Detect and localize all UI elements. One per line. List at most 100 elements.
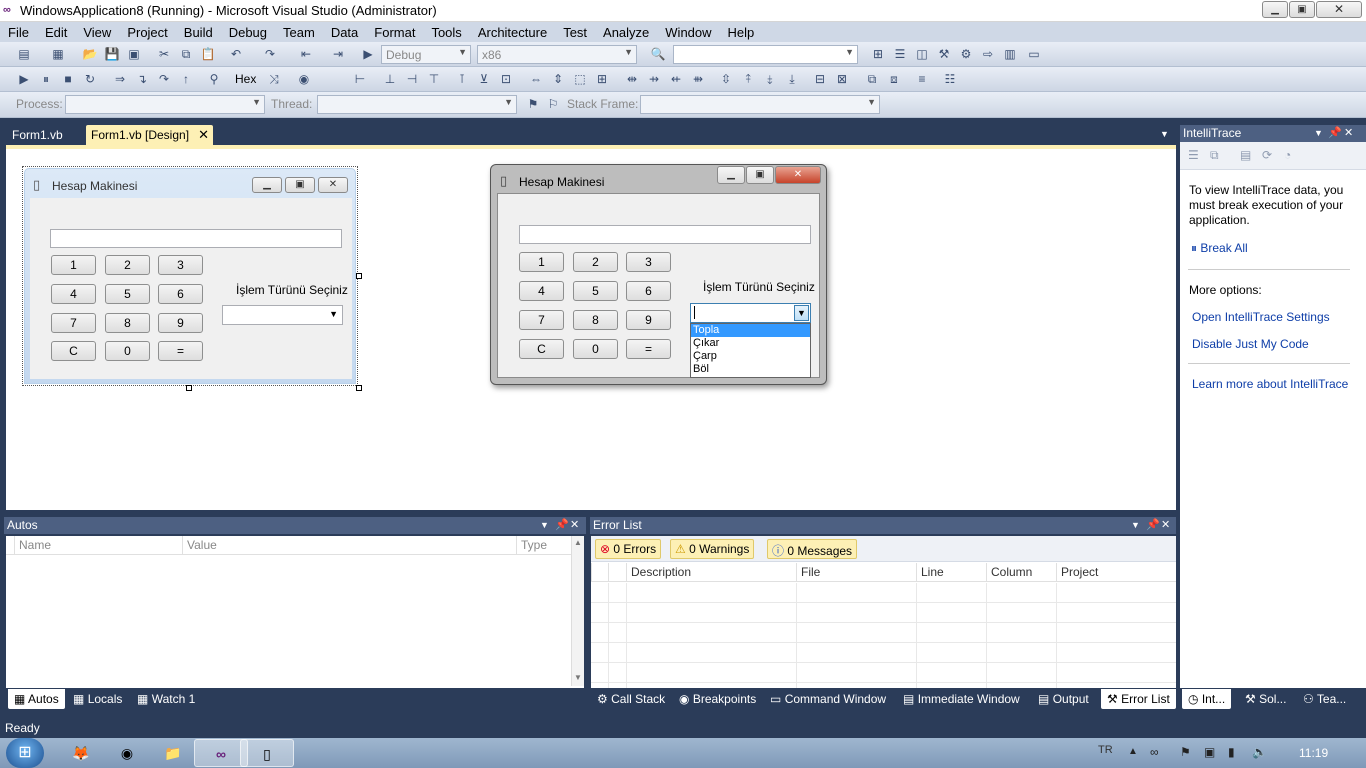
navigate-forward-icon[interactable]: ⇥ bbox=[330, 46, 346, 62]
button-3[interactable]: 3 bbox=[158, 255, 203, 275]
continue-icon[interactable]: ▶ bbox=[16, 71, 32, 87]
option-carp[interactable]: Çarp bbox=[691, 350, 810, 363]
menu-debug[interactable]: Debug bbox=[221, 25, 275, 40]
pin-icon[interactable]: 📌 bbox=[1146, 518, 1160, 531]
vs-tray-icon[interactable]: ∞ bbox=[1150, 745, 1159, 759]
solution-explorer-icon[interactable]: ⊞ bbox=[870, 46, 886, 62]
center-horizontally-icon[interactable]: ⊟ bbox=[812, 71, 828, 87]
running-button-3[interactable]: 3 bbox=[626, 252, 671, 272]
tab-team-explorer[interactable]: ⚇ Tea... bbox=[1300, 689, 1349, 709]
more-icon[interactable]: ▭ bbox=[1026, 46, 1042, 62]
tab-autos[interactable]: ▦ Autos bbox=[8, 689, 65, 709]
vertical-spacing-icon[interactable]: ⇳ bbox=[718, 71, 734, 87]
power-icon[interactable]: ▣ bbox=[1204, 745, 1215, 759]
add-item-icon[interactable]: ▦ bbox=[50, 46, 66, 62]
quickwatch-icon[interactable]: ⚲ bbox=[206, 71, 222, 87]
running-operation-combobox[interactable]: ▼ bbox=[690, 303, 811, 323]
size-to-grid-icon[interactable]: ⊞ bbox=[594, 71, 610, 87]
find-in-files-icon[interactable]: 🔍 bbox=[650, 46, 666, 62]
flag-icon[interactable]: ⚑ bbox=[1180, 745, 1191, 759]
hex-toggle[interactable]: Hex bbox=[235, 72, 256, 86]
copy-icon[interactable]: ⧉ bbox=[178, 46, 194, 62]
step-into-icon[interactable]: ↴ bbox=[134, 71, 150, 87]
running-button-6[interactable]: 6 bbox=[626, 281, 671, 301]
center-vertically-icon[interactable]: ⊠ bbox=[834, 71, 850, 87]
column-value[interactable]: Value bbox=[182, 536, 516, 555]
close-icon[interactable]: ✕ bbox=[570, 518, 579, 531]
menu-test[interactable]: Test bbox=[555, 25, 595, 40]
object-browser-icon[interactable]: ◫ bbox=[914, 46, 930, 62]
disable-just-my-code-link[interactable]: Disable Just My Code bbox=[1192, 337, 1309, 351]
tab-list-icon[interactable]: ▼ bbox=[1160, 129, 1169, 139]
running-button-5[interactable]: 5 bbox=[573, 281, 618, 301]
operation-combobox[interactable]: ▼ bbox=[222, 305, 343, 325]
show-next-statement-icon[interactable]: ⇒ bbox=[112, 71, 128, 87]
close-button[interactable]: ✕ bbox=[1316, 1, 1362, 18]
running-button-equals[interactable]: = bbox=[626, 339, 671, 359]
errors-filter-button[interactable]: ⊗ 0 Errors bbox=[595, 539, 662, 559]
show-threads-icon[interactable]: ⤨ bbox=[266, 71, 282, 87]
messages-filter-button[interactable]: ⓘ 0 Messages bbox=[767, 539, 858, 559]
column-type[interactable]: Type bbox=[516, 536, 572, 555]
menu-window[interactable]: Window bbox=[657, 25, 719, 40]
align-tops-icon[interactable]: ⊤ bbox=[426, 71, 442, 87]
align-centers-icon[interactable]: ⊥ bbox=[382, 71, 398, 87]
tab-locals[interactable]: ▦ Locals bbox=[70, 689, 125, 709]
option-bol[interactable]: Böl bbox=[691, 363, 810, 376]
find-combo[interactable]: ▼ bbox=[673, 45, 858, 64]
open-intellitrace-settings-link[interactable]: Open IntelliTrace Settings bbox=[1192, 310, 1330, 324]
process-dropdown[interactable]: ▼ bbox=[65, 95, 265, 114]
tab-watch-1[interactable]: ▦ Watch 1 bbox=[134, 689, 198, 709]
tab-breakpoints[interactable]: ◉ Breakpoints bbox=[676, 689, 759, 709]
tab-command-window[interactable]: ▭ Command Window bbox=[767, 689, 889, 709]
running-form-minimize-button[interactable]: ▁ bbox=[717, 166, 745, 184]
running-button-clear[interactable]: C bbox=[519, 339, 564, 359]
resize-handle-right[interactable] bbox=[356, 273, 362, 279]
close-icon[interactable]: ✕ bbox=[1161, 518, 1170, 531]
button-2[interactable]: 2 bbox=[105, 255, 150, 275]
lock-controls-icon[interactable]: ≡ bbox=[914, 71, 930, 87]
menu-architecture[interactable]: Architecture bbox=[470, 25, 555, 40]
configuration-dropdown[interactable]: Debug ▼ bbox=[381, 45, 471, 64]
menu-tools[interactable]: Tools bbox=[423, 25, 469, 40]
menu-analyze[interactable]: Analyze bbox=[595, 25, 657, 40]
align-lefts-icon[interactable]: ⊢ bbox=[352, 71, 368, 87]
same-height-icon[interactable]: ⇕ bbox=[550, 71, 566, 87]
menu-data[interactable]: Data bbox=[323, 25, 366, 40]
button-7[interactable]: 7 bbox=[51, 313, 96, 333]
cut-icon[interactable]: ✂ bbox=[156, 46, 172, 62]
close-tab-icon[interactable]: ✕ bbox=[198, 127, 209, 143]
button-equals[interactable]: = bbox=[158, 341, 203, 361]
remove-h-spacing-icon[interactable]: ⇻ bbox=[690, 71, 706, 87]
align-rights-icon[interactable]: ⊣ bbox=[404, 71, 420, 87]
resize-handle-corner[interactable] bbox=[356, 385, 362, 391]
toolbox-icon[interactable]: ⚒ bbox=[936, 46, 952, 62]
calculator-app-taskbar-icon[interactable]: ▯ bbox=[240, 739, 294, 767]
column-description[interactable]: Description bbox=[626, 563, 796, 582]
volume-icon[interactable]: 🔈 bbox=[1252, 745, 1267, 759]
display-textbox[interactable] bbox=[50, 229, 342, 248]
pin-icon[interactable]: 📌 bbox=[1328, 126, 1342, 139]
button-4[interactable]: 4 bbox=[51, 284, 96, 304]
menu-team[interactable]: Team bbox=[275, 25, 323, 40]
settings-icon[interactable]: ▤ bbox=[1240, 148, 1251, 162]
close-icon[interactable]: ✕ bbox=[1344, 126, 1353, 139]
tab-form1-design[interactable]: Form1.vb [Design] ✕ bbox=[86, 125, 213, 145]
running-button-8[interactable]: 8 bbox=[573, 310, 618, 330]
running-display-textbox[interactable] bbox=[519, 225, 811, 244]
form-design-window[interactable]: ▯ Hesap Makinesi ▁ ▣ ✕ 1 2 3 4 5 6 7 8 9… bbox=[22, 166, 358, 386]
tab-output[interactable]: ▤ Output bbox=[1035, 689, 1092, 709]
tab-immediate-window[interactable]: ▤ Immediate Window bbox=[900, 689, 1023, 709]
running-form-window[interactable]: ▯ Hesap Makinesi ▁ ▣ ✕ 1 2 3 4 5 6 7 8 9… bbox=[490, 164, 827, 385]
tab-order-icon[interactable]: ☷ bbox=[942, 71, 958, 87]
explorer-taskbar-icon[interactable]: 📁 bbox=[146, 739, 200, 767]
menu-project[interactable]: Project bbox=[119, 25, 175, 40]
scroll-up-icon[interactable]: ▲ bbox=[574, 538, 582, 547]
increase-v-spacing-icon[interactable]: ⤉ bbox=[740, 71, 756, 87]
network-icon[interactable]: ▮ bbox=[1228, 745, 1235, 759]
flag-thread-icon[interactable]: ⚑ bbox=[525, 96, 541, 112]
open-icon[interactable]: 📂 bbox=[82, 46, 98, 62]
running-form-close-button[interactable]: ✕ bbox=[775, 166, 821, 184]
tab-call-stack[interactable]: ⚙ Call Stack bbox=[594, 689, 668, 709]
same-width-icon[interactable]: ⇔ bbox=[528, 71, 544, 87]
